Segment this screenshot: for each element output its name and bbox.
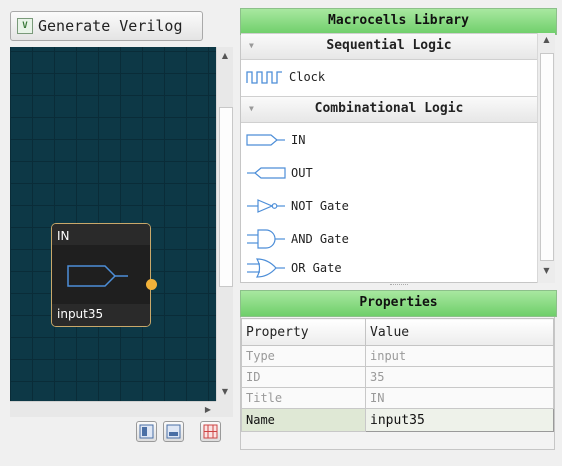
collapse-icon[interactable]: ▼ (249, 97, 254, 121)
verilog-icon: V (17, 18, 33, 34)
property-row-title: Title IN (241, 387, 554, 409)
library-item-label: OUT (291, 165, 313, 180)
property-row-name[interactable]: Name input35 (241, 408, 554, 432)
library-item-label: IN (291, 132, 306, 147)
properties-title: Properties (240, 290, 557, 317)
property-row-id: ID 35 (241, 366, 554, 388)
output-port[interactable] (146, 279, 157, 290)
library-item-out[interactable]: OUT (241, 156, 542, 189)
scrollbar-thumb[interactable] (540, 53, 554, 261)
properties-table: Property Value Type input ID 35 Title IN… (241, 318, 554, 432)
category-sequential-logic[interactable]: ▼ Sequential Logic (241, 33, 537, 60)
property-value: input (365, 345, 554, 367)
scroll-corner (216, 401, 233, 417)
properties-panel: Properties Property Value Type input ID … (240, 290, 557, 450)
scroll-down-icon[interactable]: ▼ (217, 385, 233, 399)
property-row-type: Type input (241, 345, 554, 367)
canvas-vertical-scrollbar[interactable]: ▲ ▼ (216, 47, 233, 401)
category-label: Sequential Logic (326, 38, 452, 53)
name-value-field[interactable]: input35 (365, 408, 554, 432)
output-pin-icon (247, 166, 286, 179)
not-gate-icon (247, 198, 285, 213)
property-key: Type (241, 345, 366, 367)
scroll-up-icon[interactable]: ▲ (217, 49, 233, 63)
library-item-and-gate[interactable]: AND Gate (241, 222, 542, 255)
input-pin-icon (246, 133, 285, 146)
layout-horizontal-button[interactable] (163, 421, 184, 442)
category-label: Combinational Logic (314, 101, 464, 116)
library-item-label: AND Gate (291, 231, 349, 246)
scroll-right-icon[interactable]: ▶ (202, 403, 214, 416)
node-title: IN (52, 224, 150, 245)
generate-verilog-label: Generate Verilog (38, 17, 183, 35)
property-key: ID (241, 366, 366, 388)
library-item-clock[interactable]: Clock (241, 60, 542, 93)
or-gate-icon (247, 258, 285, 278)
layout-grid-icon (203, 424, 218, 439)
layout-vertical-button[interactable] (136, 421, 157, 442)
category-combinational-logic[interactable]: ▼ Combinational Logic (241, 96, 537, 123)
library-item-not-gate[interactable]: NOT Gate (241, 189, 542, 222)
macrocells-library-panel: Macrocells Library ▼ Sequential Logic Cl… (240, 8, 557, 283)
layout-horizontal-icon (166, 424, 181, 439)
property-key: Name (241, 408, 366, 432)
library-scrollbar[interactable]: ▲ ▼ (537, 33, 555, 283)
property-key: Title (241, 387, 366, 409)
library-item-in[interactable]: IN (241, 123, 542, 156)
panel-splitter[interactable] (240, 283, 555, 290)
scroll-down-icon[interactable]: ▼ (538, 266, 555, 275)
library-item-or-gate[interactable]: OR Gate (241, 254, 542, 282)
collapse-icon[interactable]: ▼ (249, 34, 254, 58)
canvas-node-input[interactable]: IN input35 (51, 223, 157, 327)
canvas-horizontal-scrollbar[interactable]: ▶ (10, 401, 216, 417)
and-gate-icon (247, 228, 285, 249)
generate-verilog-button[interactable]: V Generate Verilog (10, 11, 203, 41)
library-title: Macrocells Library (240, 8, 557, 35)
scroll-up-icon[interactable]: ▲ (538, 35, 555, 44)
library-item-label: OR Gate (291, 261, 342, 275)
property-value: IN (365, 387, 554, 409)
column-header-property[interactable]: Property (241, 318, 366, 346)
scrollbar-thumb[interactable] (219, 107, 233, 287)
input-pin-icon (67, 265, 128, 287)
layout-grid-button[interactable] (200, 421, 221, 442)
library-item-label: Clock (289, 69, 326, 84)
property-value: 35 (365, 366, 554, 388)
layout-vertical-icon (139, 424, 154, 439)
library-item-label: NOT Gate (291, 198, 349, 213)
node-name: input35 (52, 304, 150, 326)
column-header-value[interactable]: Value (365, 318, 554, 346)
clock-wave-icon (246, 70, 282, 84)
